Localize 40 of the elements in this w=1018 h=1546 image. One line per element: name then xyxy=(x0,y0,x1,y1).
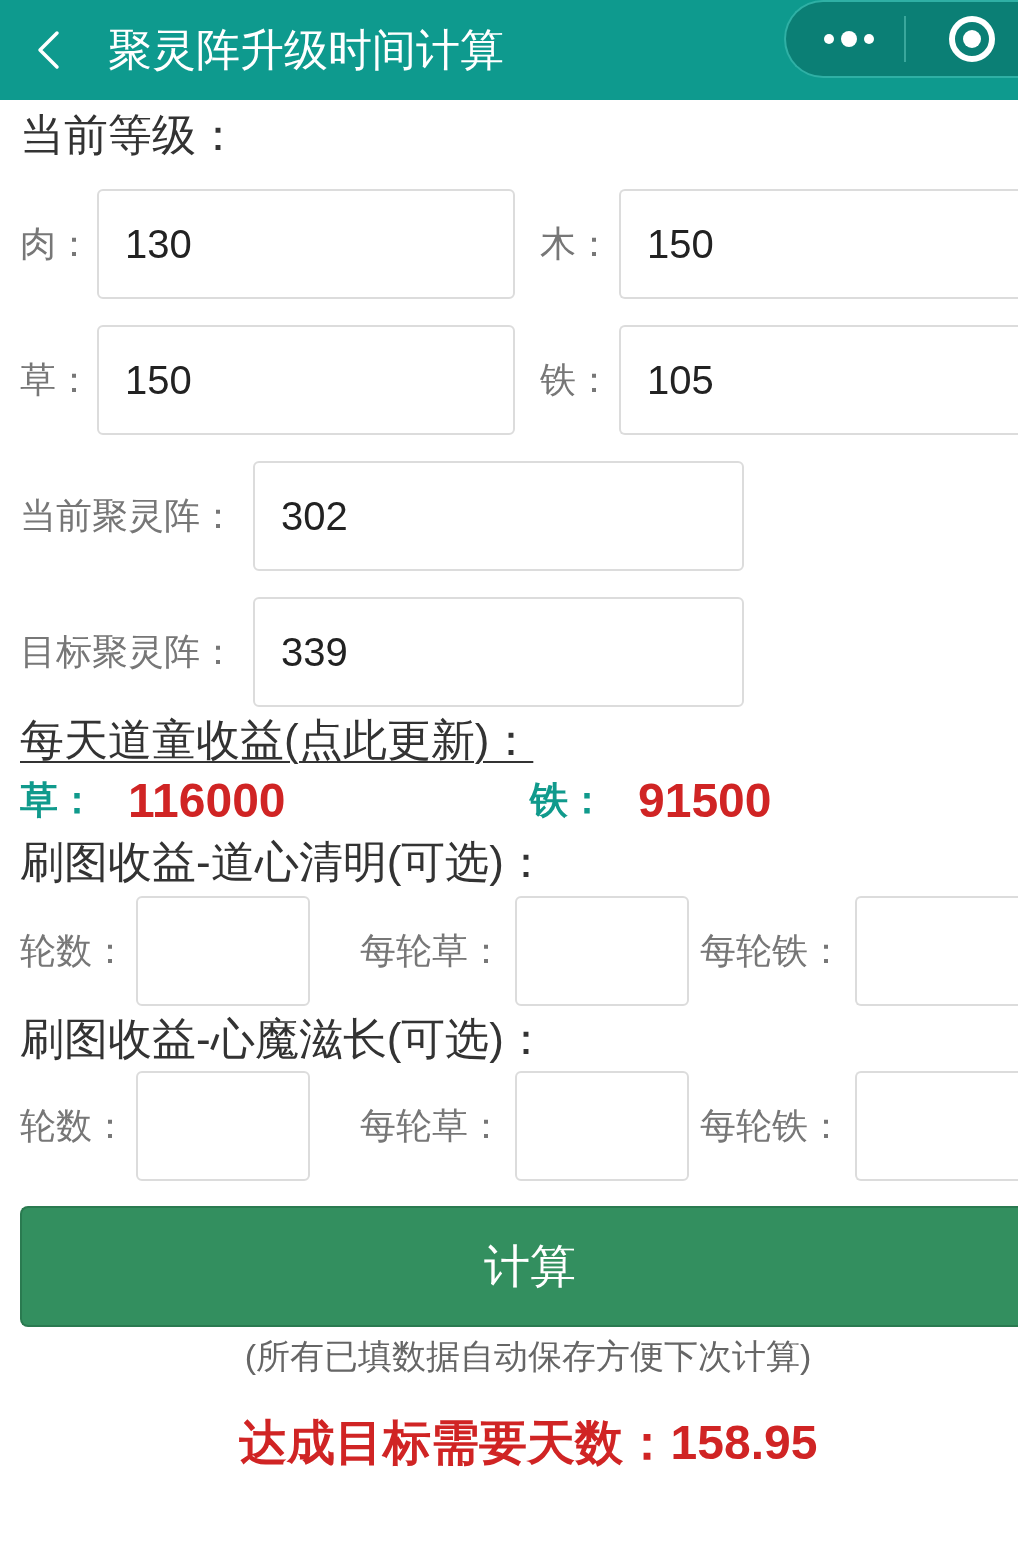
chevron-left-icon xyxy=(36,30,60,70)
section-heading: 刷图收益-心魔滋长(可选)： xyxy=(20,1012,548,1065)
field-label: 轮数： xyxy=(20,1104,129,1148)
input-field[interactable] xyxy=(515,896,689,1006)
calculate-button[interactable]: 计算 xyxy=(20,1206,1018,1327)
input-field[interactable]: 105 xyxy=(619,325,1018,435)
input-field[interactable]: 130 xyxy=(97,189,515,299)
autosave-note: (所有已填数据自动保存方便下次计算) xyxy=(244,1335,812,1377)
field-label: 目标聚灵阵： xyxy=(20,630,237,674)
input-field[interactable] xyxy=(136,896,310,1006)
section-heading: 当前等级： xyxy=(20,109,240,161)
field-label: 草： xyxy=(20,358,93,402)
result-text: 达成目标需要天数：158.95 xyxy=(238,1414,818,1471)
input-field[interactable]: 339 xyxy=(253,597,744,707)
income-value: 116000 xyxy=(128,772,286,829)
update-income-link[interactable]: 每天道童收益(点此更新)： xyxy=(20,707,534,773)
input-field[interactable] xyxy=(855,896,1018,1006)
input-field[interactable]: 150 xyxy=(619,189,1018,299)
field-label: 木： xyxy=(540,222,613,266)
field-label: 铁： xyxy=(540,358,613,402)
page-title: 聚灵阵升级时间计算 xyxy=(108,24,504,76)
input-field[interactable] xyxy=(855,1071,1018,1181)
input-field[interactable]: 150 xyxy=(97,325,515,435)
field-label: 肉： xyxy=(20,222,93,266)
income-label: 铁： xyxy=(530,778,607,823)
field-label: 当前聚灵阵： xyxy=(20,494,237,538)
income-label: 草： xyxy=(20,778,97,823)
field-label: 每轮铁： xyxy=(700,929,845,973)
target-circle-icon xyxy=(948,15,996,63)
input-field[interactable] xyxy=(515,1071,689,1181)
income-value: 91500 xyxy=(638,772,772,829)
field-label: 轮数： xyxy=(20,929,129,973)
close-button[interactable] xyxy=(948,15,996,63)
section-heading: 刷图收益-道心清明(可选)： xyxy=(20,836,548,888)
field-label: 每轮铁： xyxy=(700,1104,845,1148)
more-dots-icon xyxy=(823,31,875,47)
field-label: 每轮草： xyxy=(360,929,505,973)
input-field[interactable] xyxy=(136,1071,310,1181)
input-field[interactable]: 302 xyxy=(253,461,744,571)
field-label: 每轮草： xyxy=(360,1104,505,1148)
